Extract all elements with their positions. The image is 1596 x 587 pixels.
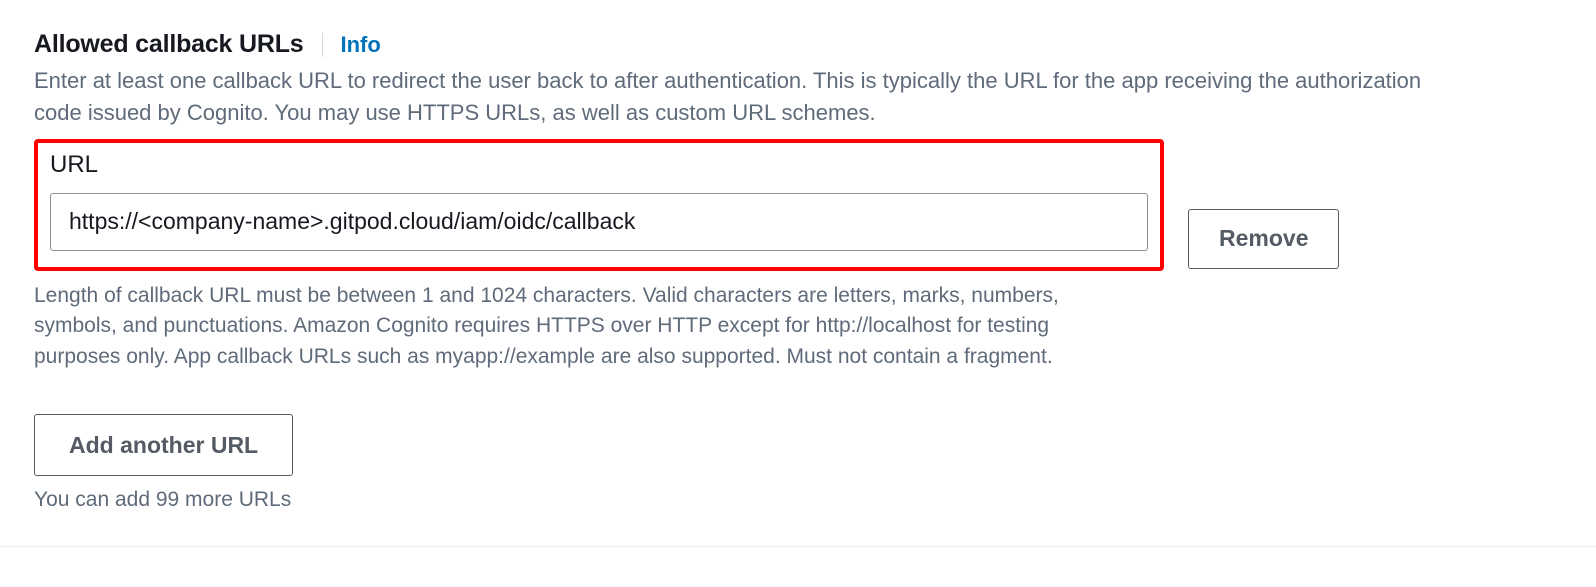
callback-urls-section: Allowed callback URLs Info Enter at leas…: [34, 30, 1562, 512]
url-highlight-box: URL: [34, 139, 1164, 271]
section-bottom-border: [0, 546, 1596, 547]
url-limit-text: You can add 99 more URLs: [34, 488, 1562, 512]
vertical-divider: [322, 33, 323, 57]
remove-button[interactable]: Remove: [1188, 209, 1339, 269]
url-field-label: URL: [50, 151, 1148, 179]
info-link[interactable]: Info: [341, 32, 381, 58]
url-row: URL Remove: [34, 139, 1562, 271]
callback-url-input[interactable]: [50, 193, 1148, 251]
add-another-url-button[interactable]: Add another URL: [34, 414, 293, 476]
section-title: Allowed callback URLs: [34, 30, 304, 59]
section-header: Allowed callback URLs Info: [34, 30, 1562, 59]
url-help-text: Length of callback URL must be between 1…: [34, 281, 1074, 372]
section-description: Enter at least one callback URL to redir…: [34, 65, 1474, 129]
